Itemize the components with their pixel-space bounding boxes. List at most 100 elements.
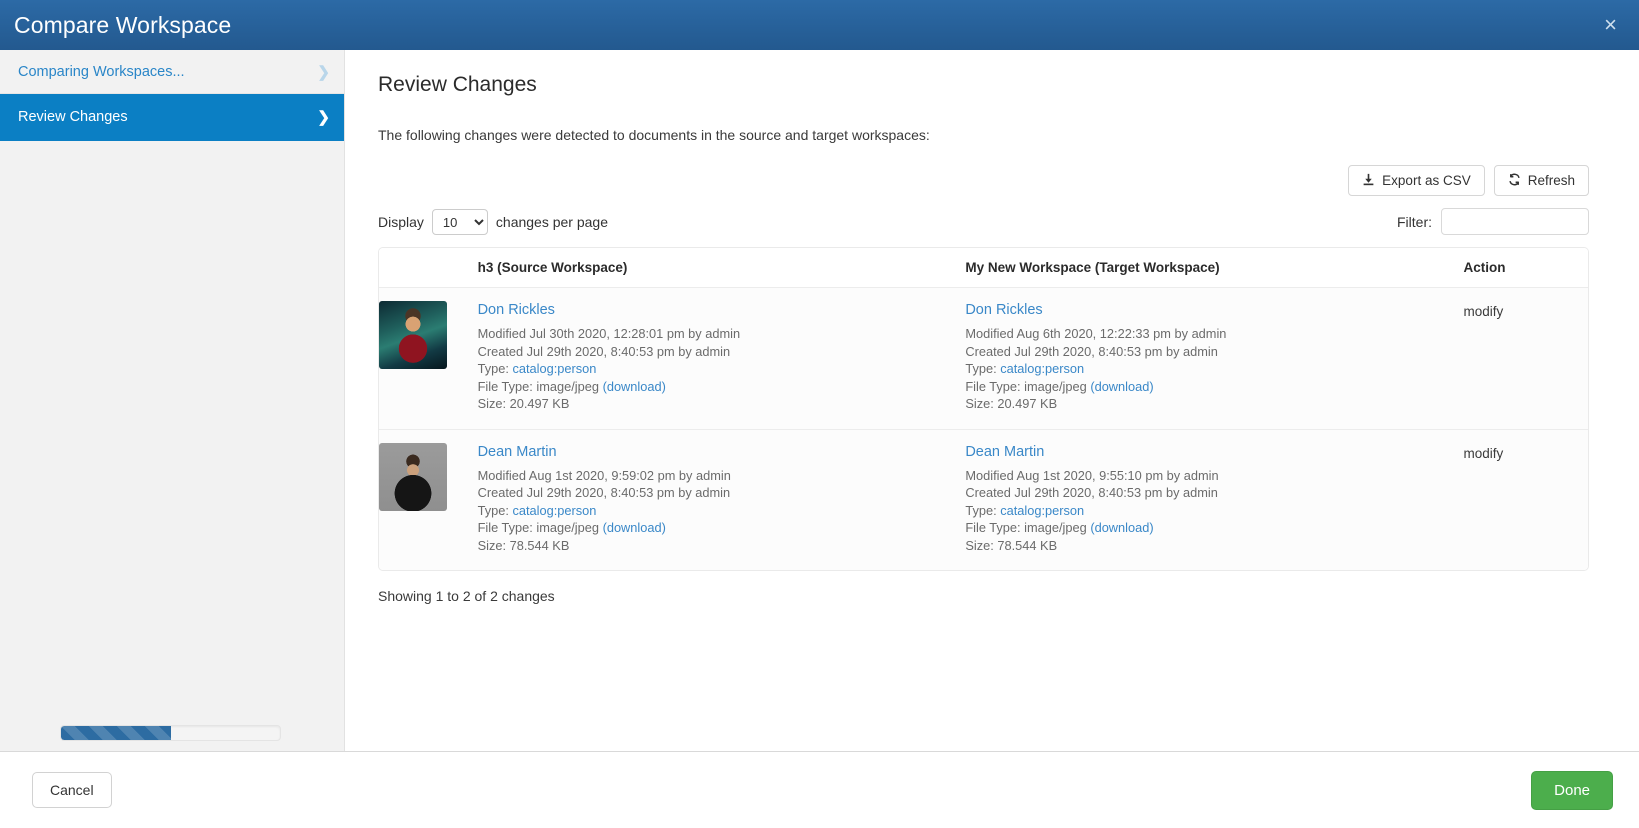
column-header-target-workspace: My New Workspace (Target Workspace)	[965, 248, 1464, 289]
display-prefix-label: Display	[378, 213, 424, 230]
modified-line: Modified Aug 6th 2020, 12:22:33 pm by ad…	[965, 326, 1227, 342]
document-meta: Modified Jul 30th 2020, 12:28:01 pm by a…	[478, 325, 956, 413]
filetype-label: File Type:	[965, 378, 1021, 394]
page-title: Review Changes	[378, 73, 537, 96]
column-header-action: Action	[1463, 248, 1588, 289]
close-icon[interactable]: ×	[1600, 12, 1621, 38]
column-header-thumbnail	[379, 248, 478, 289]
target-cell: Don Rickles Modified Aug 6th 2020, 12:22…	[965, 287, 1464, 430]
filter-input[interactable]	[1441, 208, 1589, 236]
size-line: Size: 78.544 KB	[965, 537, 1058, 553]
filetype-line: File Type: image/jpeg (download)	[478, 378, 956, 396]
changes-table: h3 (Source Workspace) My New Workspace (…	[379, 248, 1588, 571]
download-link[interactable]: (download)	[603, 379, 666, 394]
compare-workspace-modal: Compare Workspace × Comparing Workspaces…	[0, 0, 1639, 828]
filter-control: Filter:	[1397, 208, 1589, 236]
sidebar-step-review-changes[interactable]: Review Changes ❯	[0, 94, 344, 141]
filetype-value: image/jpeg	[536, 520, 599, 536]
type-link[interactable]: catalog:person	[512, 361, 596, 376]
cancel-button[interactable]: Cancel	[32, 772, 112, 808]
type-line: Type: catalog:person	[478, 502, 956, 520]
download-link[interactable]: (download)	[1090, 379, 1153, 394]
filetype-line: File Type: image/jpeg (download)	[965, 378, 1453, 396]
dean-martin-thumbnail[interactable]	[379, 442, 447, 511]
refresh-icon	[1508, 173, 1521, 188]
filetype-value: image/jpeg	[536, 378, 599, 394]
chevron-right-icon: ❯	[317, 63, 330, 81]
document-link[interactable]: Dean Martin	[965, 444, 1044, 460]
action-cell: modify	[1463, 429, 1588, 571]
done-button[interactable]: Done	[1531, 770, 1613, 810]
export-as-csv-button[interactable]: Export as CSV	[1348, 165, 1485, 197]
document-link[interactable]: Dean Martin	[478, 444, 557, 460]
main-content: Review Changes The following changes wer…	[345, 50, 1639, 751]
filetype-label: File Type:	[965, 520, 1021, 536]
sidebar-step-review-changes-label: Review Changes	[18, 109, 128, 125]
document-link[interactable]: Don Rickles	[965, 302, 1042, 318]
document-meta: Modified Aug 1st 2020, 9:55:10 pm by adm…	[965, 467, 1453, 555]
created-line: Created Jul 29th 2020, 8:40:53 pm by adm…	[477, 485, 731, 501]
table-toolbar: Export as CSV Refresh	[378, 165, 1589, 197]
document-meta: Modified Aug 6th 2020, 12:22:33 pm by ad…	[965, 325, 1453, 413]
column-header-source-workspace: h3 (Source Workspace)	[477, 248, 966, 289]
created-line: Created Jul 29th 2020, 8:40:53 pm by adm…	[965, 485, 1218, 501]
type-label: Type:	[965, 361, 997, 377]
modal-title: Compare Workspace	[14, 11, 232, 38]
refresh-label: Refresh	[1527, 172, 1575, 188]
sidebar-step-comparing-workspaces[interactable]: Comparing Workspaces... ❯	[0, 50, 344, 94]
download-link[interactable]: (download)	[1090, 520, 1153, 535]
showing-entries-label: Showing 1 to 2 of 2 changes	[378, 588, 555, 605]
table-header-row: h3 (Source Workspace) My New Workspace (…	[379, 248, 1588, 289]
filetype-line: File Type: image/jpeg (download)	[478, 519, 956, 537]
display-suffix-label: changes per page	[495, 213, 608, 230]
type-line: Type: catalog:person	[965, 502, 1453, 520]
type-line: Type: catalog:person	[478, 360, 956, 378]
created-line: Created Jul 29th 2020, 8:40:53 pm by adm…	[477, 343, 731, 359]
filetype-label: File Type:	[477, 378, 533, 394]
progress-bar-fill	[61, 726, 171, 740]
type-label: Type:	[477, 361, 509, 377]
page-size-select[interactable]: 10 25 50 100	[431, 208, 488, 235]
size-line: Size: 78.544 KB	[477, 537, 570, 553]
modal-titlebar: Compare Workspace ×	[0, 0, 1639, 50]
intro-text: The following changes were detected to d…	[378, 127, 930, 144]
download-link[interactable]: (download)	[603, 520, 666, 535]
filetype-value: image/jpeg	[1024, 378, 1087, 394]
changes-table-card: h3 (Source Workspace) My New Workspace (…	[378, 247, 1589, 572]
filetype-value: image/jpeg	[1024, 520, 1087, 536]
modal-footer: Cancel Done	[0, 751, 1639, 828]
table-row: Don Rickles Modified Jul 30th 2020, 12:2…	[379, 287, 1588, 430]
type-link[interactable]: catalog:person	[1000, 361, 1084, 376]
size-line: Size: 20.497 KB	[477, 396, 570, 412]
sidebar-step-comparing-workspaces-label: Comparing Workspaces...	[18, 63, 185, 80]
modal-body: Comparing Workspaces... ❯ Review Changes…	[0, 50, 1639, 751]
filetype-label: File Type:	[477, 520, 533, 536]
type-link[interactable]: catalog:person	[512, 503, 596, 518]
type-link[interactable]: catalog:person	[1000, 503, 1084, 518]
filter-label: Filter:	[1397, 213, 1432, 230]
type-label: Type:	[965, 502, 997, 518]
progress-bar-track	[60, 725, 281, 741]
modified-line: Modified Aug 1st 2020, 9:55:10 pm by adm…	[965, 467, 1219, 483]
target-cell: Dean Martin Modified Aug 1st 2020, 9:55:…	[965, 429, 1464, 571]
wizard-sidebar: Comparing Workspaces... ❯ Review Changes…	[0, 50, 345, 751]
type-line: Type: catalog:person	[965, 360, 1453, 378]
page-size-control: Display 10 25 50 100 changes per page	[378, 208, 608, 235]
created-line: Created Jul 29th 2020, 8:40:53 pm by adm…	[965, 343, 1218, 359]
table-controls: Display 10 25 50 100 changes per page Fi…	[378, 208, 1589, 236]
chevron-right-icon: ❯	[317, 109, 330, 126]
thumbnail-cell	[379, 429, 478, 571]
don-rickles-thumbnail[interactable]	[379, 301, 447, 370]
action-cell: modify	[1463, 287, 1588, 430]
type-label: Type:	[477, 502, 509, 518]
refresh-button[interactable]: Refresh	[1493, 165, 1589, 197]
source-cell: Dean Martin Modified Aug 1st 2020, 9:59:…	[477, 429, 966, 571]
modified-line: Modified Aug 1st 2020, 9:59:02 pm by adm…	[477, 467, 731, 483]
filetype-line: File Type: image/jpeg (download)	[965, 519, 1453, 537]
source-cell: Don Rickles Modified Jul 30th 2020, 12:2…	[477, 287, 966, 430]
export-as-csv-label: Export as CSV	[1382, 172, 1471, 188]
document-link[interactable]: Don Rickles	[478, 302, 555, 318]
document-meta: Modified Aug 1st 2020, 9:59:02 pm by adm…	[478, 467, 956, 555]
modified-line: Modified Jul 30th 2020, 12:28:01 pm by a…	[477, 326, 741, 342]
